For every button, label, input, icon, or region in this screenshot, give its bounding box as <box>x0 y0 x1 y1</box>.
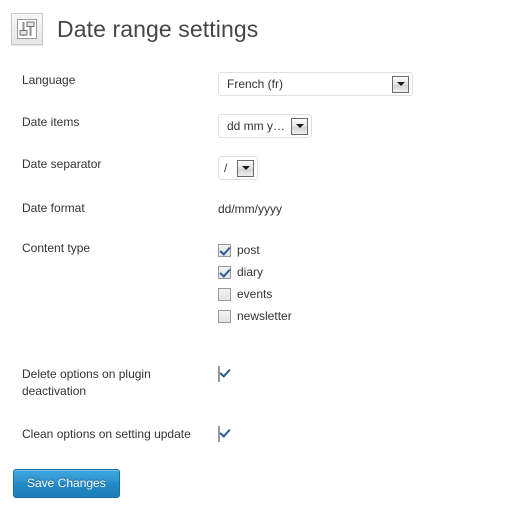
form-row-content-type: Content type post diary events newslette… <box>0 228 530 344</box>
field-content-type: post diary events newsletter <box>218 228 530 344</box>
form-row-delete-options: Delete options on plugin deactivation <box>0 344 530 408</box>
date-separator-select[interactable]: / <box>218 156 258 180</box>
label-date-separator: Date separator <box>22 157 102 171</box>
label-delete-options: Delete options on plugin deactivation <box>22 367 151 398</box>
label-clean-options: Clean options on setting update <box>22 427 191 441</box>
list-item[interactable]: post <box>218 240 520 260</box>
field-clean-options <box>218 408 530 451</box>
label-date-format: Date format <box>22 201 85 215</box>
date-format-value: dd/mm/yyyy <box>218 202 283 216</box>
label-content-type: Content type <box>22 241 91 255</box>
chevron-down-icon[interactable] <box>392 75 409 93</box>
checkbox-label-diary: diary <box>237 264 264 279</box>
page-title: Date range settings <box>57 15 259 42</box>
checkbox-label-events: events <box>237 286 273 301</box>
language-select-value: French (fr) <box>227 77 284 91</box>
chevron-down-icon[interactable] <box>291 117 308 135</box>
list-item[interactable]: newsletter <box>218 306 520 326</box>
content-type-checkbox-list: post diary events newsletter <box>218 240 520 326</box>
chevron-down-icon[interactable] <box>237 159 254 177</box>
field-delete-options <box>218 344 530 408</box>
settings-sliders-icon <box>11 13 43 45</box>
list-item[interactable]: events <box>218 284 520 304</box>
form-row-date-separator: Date separator / <box>0 146 530 188</box>
checkbox-newsletter[interactable] <box>218 309 231 323</box>
list-item[interactable]: diary <box>218 262 520 282</box>
submit-area: Save Changes <box>0 451 530 498</box>
form-row-language: Language French (fr) <box>0 60 530 104</box>
checkbox-delete-options[interactable] <box>218 366 220 382</box>
date-separator-select-value: / <box>224 161 228 175</box>
checkbox-post[interactable] <box>218 243 231 257</box>
page-header: Date range settings <box>0 0 530 46</box>
checkbox-label-post: post <box>237 242 260 257</box>
save-changes-button[interactable]: Save Changes <box>13 469 120 498</box>
checkbox-label-newsletter: newsletter <box>237 308 292 323</box>
language-select[interactable]: French (fr) <box>218 72 413 96</box>
date-items-select[interactable]: dd mm yyyy <box>218 114 312 138</box>
form-row-date-items: Date items dd mm yyyy <box>0 104 530 146</box>
form-row-date-format: Date format dd/mm/yyyy <box>0 188 530 228</box>
label-date-items: Date items <box>22 115 80 129</box>
field-date-items: dd mm yyyy <box>218 104 530 146</box>
checkbox-clean-options[interactable] <box>218 426 220 442</box>
field-date-separator: / <box>218 146 530 188</box>
settings-page: Date range settings Language French (fr)… <box>0 0 530 530</box>
date-items-select-value: dd mm yyyy <box>227 119 291 133</box>
checkbox-events[interactable] <box>218 287 231 301</box>
field-date-format: dd/mm/yyyy <box>218 188 530 228</box>
settings-form-table: Language French (fr) Date items dd mm yy… <box>0 60 530 451</box>
label-language: Language <box>22 73 76 87</box>
form-row-clean-options: Clean options on setting update <box>0 408 530 451</box>
field-language: French (fr) <box>218 60 530 104</box>
checkbox-diary[interactable] <box>218 265 231 279</box>
